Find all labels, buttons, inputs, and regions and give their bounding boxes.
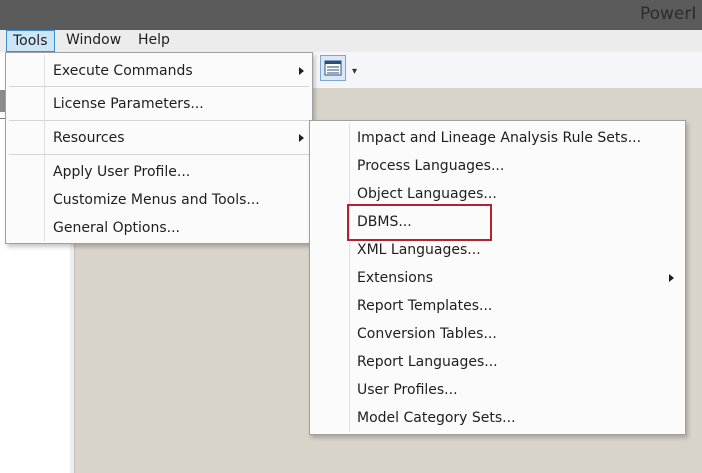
submenu-arrow-icon: [299, 67, 304, 75]
menu-item-process-languages[interactable]: Process Languages...: [357, 153, 504, 179]
list-view-icon: [324, 60, 342, 76]
menu-item-impact-lineage-rule-sets[interactable]: Impact and Lineage Analysis Rule Sets...: [357, 125, 641, 151]
list-view-button[interactable]: [320, 55, 346, 81]
menu-bar: Tools Window Help: [0, 30, 702, 52]
dropdown-arrow-icon[interactable]: ▾: [352, 66, 357, 77]
menu-item-apply-user-profile[interactable]: Apply User Profile...: [53, 159, 190, 185]
menu-window[interactable]: Window: [60, 30, 127, 51]
menu-gutter: [44, 55, 45, 241]
dbms-highlight-box: [347, 204, 492, 241]
menu-item-extensions[interactable]: Extensions: [357, 265, 433, 291]
submenu-arrow-icon: [299, 134, 304, 142]
menu-item-customize-menus-and-tools[interactable]: Customize Menus and Tools...: [53, 187, 260, 213]
menu-item-user-profiles[interactable]: User Profiles...: [357, 377, 458, 403]
menu-gutter: [349, 123, 350, 432]
menu-item-conversion-tables[interactable]: Conversion Tables...: [357, 321, 497, 347]
menu-separator: [9, 120, 309, 121]
tools-menu: Execute Commands License Parameters... R…: [5, 52, 313, 244]
menu-item-report-templates[interactable]: Report Templates...: [357, 293, 492, 319]
menu-item-model-category-sets[interactable]: Model Category Sets...: [357, 405, 516, 431]
menu-item-license-parameters[interactable]: License Parameters...: [53, 91, 204, 117]
menu-tools[interactable]: Tools: [6, 30, 55, 52]
menu-item-general-options[interactable]: General Options...: [53, 215, 180, 241]
menu-separator: [9, 154, 309, 155]
title-bar: PowerI: [0, 0, 702, 30]
toolbar: [310, 52, 702, 89]
menu-item-report-languages[interactable]: Report Languages...: [357, 349, 498, 375]
menu-item-resources[interactable]: Resources: [53, 125, 125, 151]
menu-help[interactable]: Help: [132, 30, 176, 51]
menu-separator: [9, 86, 309, 87]
resources-submenu: Impact and Lineage Analysis Rule Sets...…: [309, 120, 686, 435]
menu-item-execute-commands[interactable]: Execute Commands: [53, 58, 193, 84]
submenu-arrow-icon: [669, 274, 674, 282]
app-title: PowerI: [640, 4, 697, 24]
